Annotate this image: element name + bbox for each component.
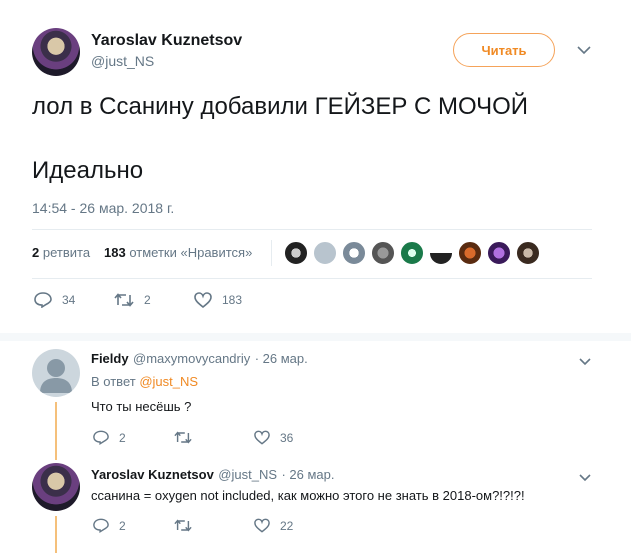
- reply-author-handle[interactable]: @just_NS: [218, 467, 277, 482]
- likes-label: отметки «Нравится»: [129, 245, 253, 260]
- retweet-stats[interactable]: 2 ретвита: [32, 245, 90, 260]
- reply-time[interactable]: · 26 мар.: [281, 467, 334, 482]
- liker-avatar[interactable]: [342, 241, 366, 265]
- retweet-count: 2: [144, 293, 151, 307]
- reply-action[interactable]: 2: [93, 430, 126, 445]
- chevron-down-icon[interactable]: [579, 353, 591, 369]
- retweets-label: ретвита: [42, 245, 91, 260]
- reply-time[interactable]: · 26 мар.: [255, 351, 308, 366]
- divider: [32, 229, 592, 230]
- liker-avatar[interactable]: [487, 241, 511, 265]
- chevron-down-icon[interactable]: [579, 469, 591, 485]
- in-reply-to: В ответ @just_NS: [91, 374, 198, 389]
- liker-avatar[interactable]: [371, 241, 395, 265]
- reply-action[interactable]: 34: [34, 292, 75, 308]
- chevron-down-icon[interactable]: [577, 42, 591, 58]
- reply-icon: [34, 292, 52, 308]
- reply-count: 2: [119, 430, 126, 445]
- like-action[interactable]: 183: [194, 292, 242, 308]
- in-reply-handle[interactable]: @just_NS: [139, 374, 198, 389]
- author-avatar[interactable]: [32, 28, 80, 76]
- reply-header: Yaroslav Kuznetsov @just_NS · 26 мар.: [91, 466, 334, 484]
- retweet-icon: [174, 519, 192, 532]
- divider: [32, 278, 592, 279]
- retweets-count: 2: [32, 245, 40, 260]
- reply-author-handle[interactable]: @maxymovycandriy: [133, 351, 250, 366]
- liker-avatar[interactable]: [313, 241, 337, 265]
- liker-avatar[interactable]: [516, 241, 540, 265]
- reply-header: Fieldy @maxymovycandriy · 26 мар.: [91, 350, 308, 368]
- like-count: 183: [222, 293, 243, 307]
- tweet-timestamp[interactable]: 14:54 - 26 мар. 2018 г.: [32, 200, 174, 216]
- liker-avatar[interactable]: [458, 241, 482, 265]
- section-divider: [0, 333, 631, 341]
- like-action[interactable]: 22: [254, 518, 293, 533]
- heart-icon: [254, 518, 270, 533]
- reply-author-name[interactable]: Yaroslav Kuznetsov: [91, 467, 214, 482]
- in-reply-prefix: В ответ: [91, 374, 136, 389]
- follow-button[interactable]: Читать: [453, 33, 555, 67]
- like-action[interactable]: 36: [254, 430, 293, 445]
- reply-text: Что ты несёшь ?: [91, 399, 192, 414]
- reply-count: 2: [119, 518, 126, 533]
- thread-line: [55, 402, 57, 460]
- author-name[interactable]: Yaroslav Kuznetsov: [91, 32, 242, 50]
- reply-icon: [93, 430, 109, 445]
- heart-icon: [194, 292, 212, 308]
- retweet-action[interactable]: [174, 430, 202, 445]
- author-handle[interactable]: @just_NS: [91, 53, 154, 69]
- liker-avatar[interactable]: [400, 241, 424, 265]
- likes-stats[interactable]: 183 отметки «Нравится»: [104, 245, 252, 260]
- retweet-action[interactable]: [174, 518, 202, 533]
- tweet-text-line2: Идеально: [32, 157, 144, 184]
- liker-avatar[interactable]: [284, 241, 308, 265]
- stats-separator: [271, 240, 272, 266]
- reply-icon: [93, 518, 109, 533]
- retweet-action[interactable]: 2: [114, 292, 151, 308]
- retweet-icon: [174, 431, 192, 444]
- reply-author-name[interactable]: Fieldy: [91, 351, 129, 366]
- heart-icon: [254, 430, 270, 445]
- like-count: 36: [280, 430, 294, 445]
- reply-avatar[interactable]: [32, 349, 80, 397]
- default-avatar-icon: [40, 359, 72, 393]
- liker-avatar[interactable]: [429, 241, 453, 265]
- reply-text: ссанина = oxygen not included, как можно…: [91, 488, 525, 503]
- thread-line: [55, 516, 57, 553]
- like-count: 22: [280, 518, 294, 533]
- tweet-text-line1: лол в Ссанину добавили ГЕЙЗЕР С МОЧОЙ: [32, 93, 529, 120]
- likes-count: 183: [104, 245, 126, 260]
- reply-count: 34: [62, 293, 76, 307]
- reply-action[interactable]: 2: [93, 518, 126, 533]
- reply-avatar[interactable]: [32, 463, 80, 511]
- retweet-icon: [114, 293, 134, 307]
